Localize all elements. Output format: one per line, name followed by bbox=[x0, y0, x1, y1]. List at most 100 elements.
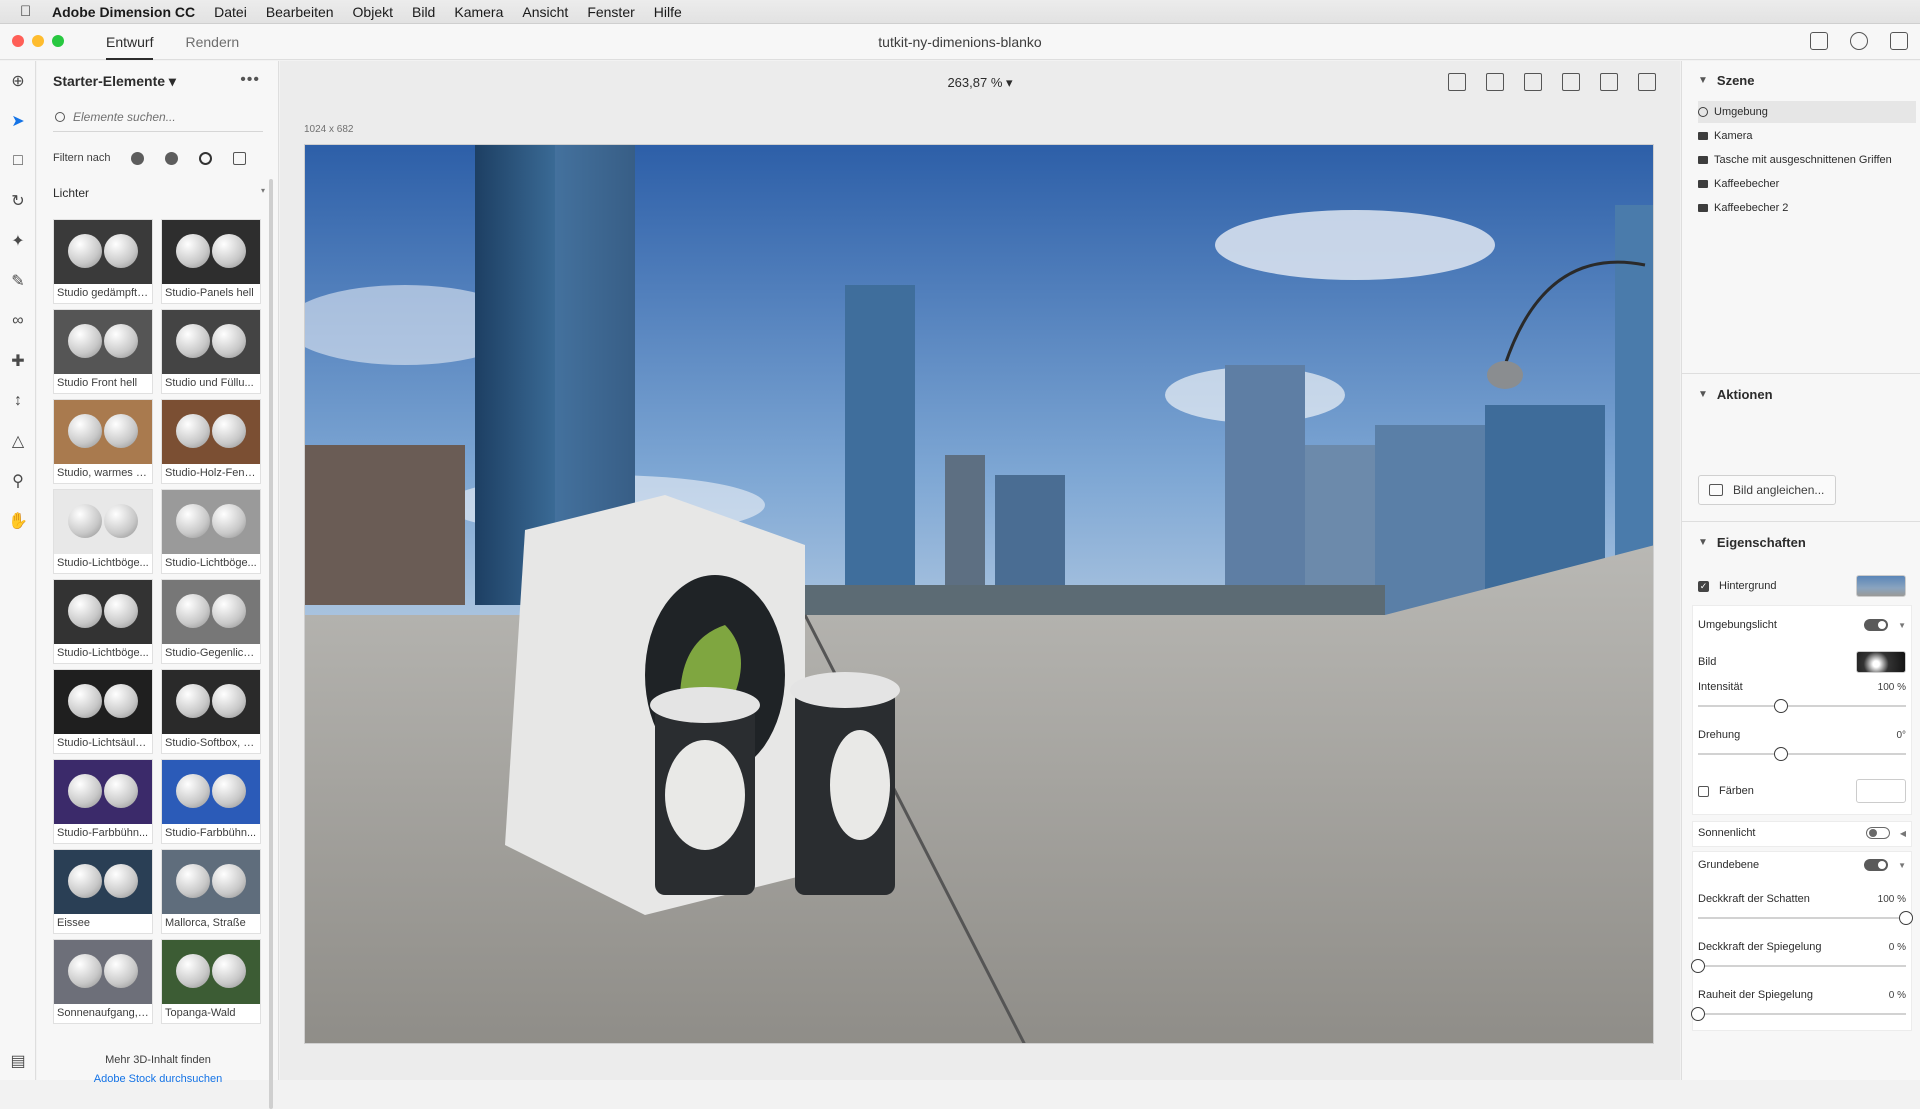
properties-section-header[interactable]: ▼ Eigenschaften bbox=[1698, 535, 1806, 550]
app-menu[interactable]: Adobe Dimension CC bbox=[52, 4, 195, 20]
help-icon[interactable] bbox=[1850, 32, 1868, 50]
filter-model-icon[interactable] bbox=[131, 151, 145, 165]
pan-icon[interactable]: ✚ bbox=[8, 351, 28, 371]
asset-card[interactable]: Studio und Füllu... bbox=[161, 309, 261, 394]
filter-image-icon[interactable] bbox=[233, 151, 247, 165]
reflection-roughness-slider-handle[interactable] bbox=[1691, 1007, 1705, 1021]
render-preview-icon[interactable] bbox=[1448, 73, 1466, 91]
rotation-slider[interactable] bbox=[1698, 747, 1906, 761]
asset-card[interactable]: Sonnenaufgang, ... bbox=[53, 939, 153, 1024]
distribute-icon[interactable] bbox=[1600, 73, 1618, 91]
chevron-down-icon[interactable]: ▼ bbox=[1898, 861, 1906, 870]
asset-card[interactable]: Studio gedämpft ... bbox=[53, 219, 153, 304]
tab-entwurf[interactable]: Entwurf bbox=[106, 24, 154, 60]
scene-item-tasche[interactable]: Tasche mit ausgeschnittenen Griffen bbox=[1698, 149, 1916, 171]
share-icon[interactable] bbox=[1810, 32, 1828, 50]
chevron-down-icon[interactable]: ▼ bbox=[1898, 621, 1906, 630]
feedback-icon[interactable] bbox=[1890, 32, 1908, 50]
reflection-opacity-slider-handle[interactable] bbox=[1691, 959, 1705, 973]
scene-section-header[interactable]: ▼ Szene bbox=[1698, 73, 1754, 88]
ground-row: Grundebene ▼ bbox=[1698, 859, 1906, 871]
menu-fenster[interactable]: Fenster bbox=[587, 4, 634, 20]
more-options-icon[interactable]: ••• bbox=[240, 71, 260, 89]
zoom-icon[interactable]: ⚲ bbox=[8, 471, 28, 491]
assets-scrollbar[interactable] bbox=[269, 179, 273, 1109]
magic-wand-icon[interactable]: ✦ bbox=[8, 231, 28, 251]
filter-label: Filtern nach bbox=[53, 152, 111, 164]
hand-icon[interactable]: ✋ bbox=[8, 511, 28, 531]
intensity-slider-handle[interactable] bbox=[1774, 699, 1789, 713]
category-dropdown[interactable]: Lichter ▾ bbox=[53, 186, 265, 200]
menu-bearbeiten[interactable]: Bearbeiten bbox=[266, 4, 334, 20]
asset-card[interactable]: Studio-Farbbühn... bbox=[161, 759, 261, 844]
sunlight-toggle[interactable] bbox=[1865, 827, 1890, 839]
assets-title[interactable]: Starter-Elemente ▾ bbox=[53, 73, 176, 90]
panel-toggle-icon[interactable]: ▤ bbox=[8, 1051, 28, 1071]
menu-objekt[interactable]: Objekt bbox=[353, 4, 393, 20]
asset-card[interactable]: Studio-Holz-Fens... bbox=[161, 399, 261, 484]
apple-logo-icon[interactable]:  bbox=[20, 3, 34, 20]
chevron-left-icon[interactable]: ◀ bbox=[1900, 829, 1906, 838]
sphere-preview bbox=[212, 774, 246, 808]
environment-image-thumbnail[interactable] bbox=[1856, 651, 1906, 673]
asset-card[interactable]: Topanga-Wald bbox=[161, 939, 261, 1024]
horizon-icon[interactable]: △ bbox=[8, 431, 28, 451]
move-tool-icon[interactable]: □ bbox=[8, 151, 28, 171]
drop-to-ground-icon[interactable] bbox=[1524, 73, 1542, 91]
asset-card[interactable]: Studio-Softbox, 3... bbox=[161, 669, 261, 754]
scene-item-kaffeebecher-2[interactable]: Kaffeebecher 2 bbox=[1698, 197, 1916, 219]
menu-hilfe[interactable]: Hilfe bbox=[654, 4, 682, 20]
filter-material-icon[interactable] bbox=[165, 151, 179, 165]
zoom-window-button[interactable] bbox=[52, 35, 64, 47]
scene-item-umgebung[interactable]: Umgebung bbox=[1698, 101, 1916, 123]
asset-card[interactable]: Studio, warmes F... bbox=[53, 399, 153, 484]
asset-card[interactable]: Studio-Panels hell bbox=[161, 219, 261, 304]
grid-icon[interactable] bbox=[1638, 73, 1656, 91]
menu-bild[interactable]: Bild bbox=[412, 4, 435, 20]
add-content-icon[interactable]: ⊕ bbox=[8, 71, 28, 91]
ground-toggle[interactable] bbox=[1864, 859, 1889, 871]
eyedropper-icon[interactable]: ✎ bbox=[8, 271, 28, 291]
asset-card[interactable]: Studio-Lichtböge... bbox=[161, 489, 261, 574]
dolly-icon[interactable]: ↕ bbox=[8, 391, 28, 411]
asset-card[interactable]: Mallorca, Straße bbox=[161, 849, 261, 934]
env-light-toggle[interactable] bbox=[1864, 619, 1889, 631]
align-icon[interactable] bbox=[1562, 73, 1580, 91]
asset-card[interactable]: Studio-Lichtböge... bbox=[53, 489, 153, 574]
minimize-window-button[interactable] bbox=[32, 35, 44, 47]
orbit-icon[interactable]: ∞ bbox=[8, 311, 28, 331]
asset-card[interactable]: Studio Front hell bbox=[53, 309, 153, 394]
close-window-button[interactable] bbox=[12, 35, 24, 47]
rotation-slider-handle[interactable] bbox=[1774, 747, 1789, 761]
scene-viewport[interactable] bbox=[304, 144, 1654, 1044]
reflection-roughness-slider[interactable] bbox=[1691, 1007, 1906, 1021]
menu-ansicht[interactable]: Ansicht bbox=[522, 4, 568, 20]
search-input[interactable]: Elemente suchen... bbox=[53, 102, 263, 132]
tint-color-swatch[interactable] bbox=[1856, 779, 1906, 803]
asset-card[interactable]: Studio-Gegenlich... bbox=[161, 579, 261, 664]
background-thumbnail[interactable] bbox=[1856, 575, 1906, 597]
actions-section-header[interactable]: ▼ Aktionen bbox=[1698, 387, 1773, 402]
camera-bookmark-icon[interactable] bbox=[1486, 73, 1504, 91]
tab-rendern[interactable]: Rendern bbox=[185, 24, 239, 60]
intensity-slider[interactable] bbox=[1698, 699, 1906, 713]
menu-datei[interactable]: Datei bbox=[214, 4, 247, 20]
filter-light-icon[interactable] bbox=[199, 151, 213, 165]
shadow-opacity-slider-handle[interactable] bbox=[1899, 911, 1913, 925]
asset-card[interactable]: Eissee bbox=[53, 849, 153, 934]
menu-kamera[interactable]: Kamera bbox=[454, 4, 503, 20]
tint-checkbox[interactable] bbox=[1698, 785, 1709, 797]
adobe-stock-link[interactable]: Adobe Stock durchsuchen bbox=[37, 1073, 279, 1085]
asset-card[interactable]: Studio-Lichtsäule... bbox=[53, 669, 153, 754]
scene-item-kamera[interactable]: Kamera bbox=[1698, 125, 1916, 147]
background-checkbox[interactable]: ✓ bbox=[1698, 580, 1709, 592]
rotate-tool-icon[interactable]: ↻ bbox=[8, 191, 28, 211]
match-image-button[interactable]: Bild angleichen... bbox=[1698, 475, 1836, 505]
scene-item-kaffeebecher[interactable]: Kaffeebecher bbox=[1698, 173, 1916, 195]
asset-card[interactable]: Studio-Farbbühn... bbox=[53, 759, 153, 844]
asset-card[interactable]: Studio-Lichtböge... bbox=[53, 579, 153, 664]
select-tool-icon[interactable]: ➤ bbox=[8, 111, 28, 131]
reflection-opacity-slider[interactable] bbox=[1691, 959, 1906, 973]
asset-label: Studio Front hell bbox=[57, 377, 138, 389]
shadow-opacity-slider[interactable] bbox=[1698, 911, 1913, 925]
